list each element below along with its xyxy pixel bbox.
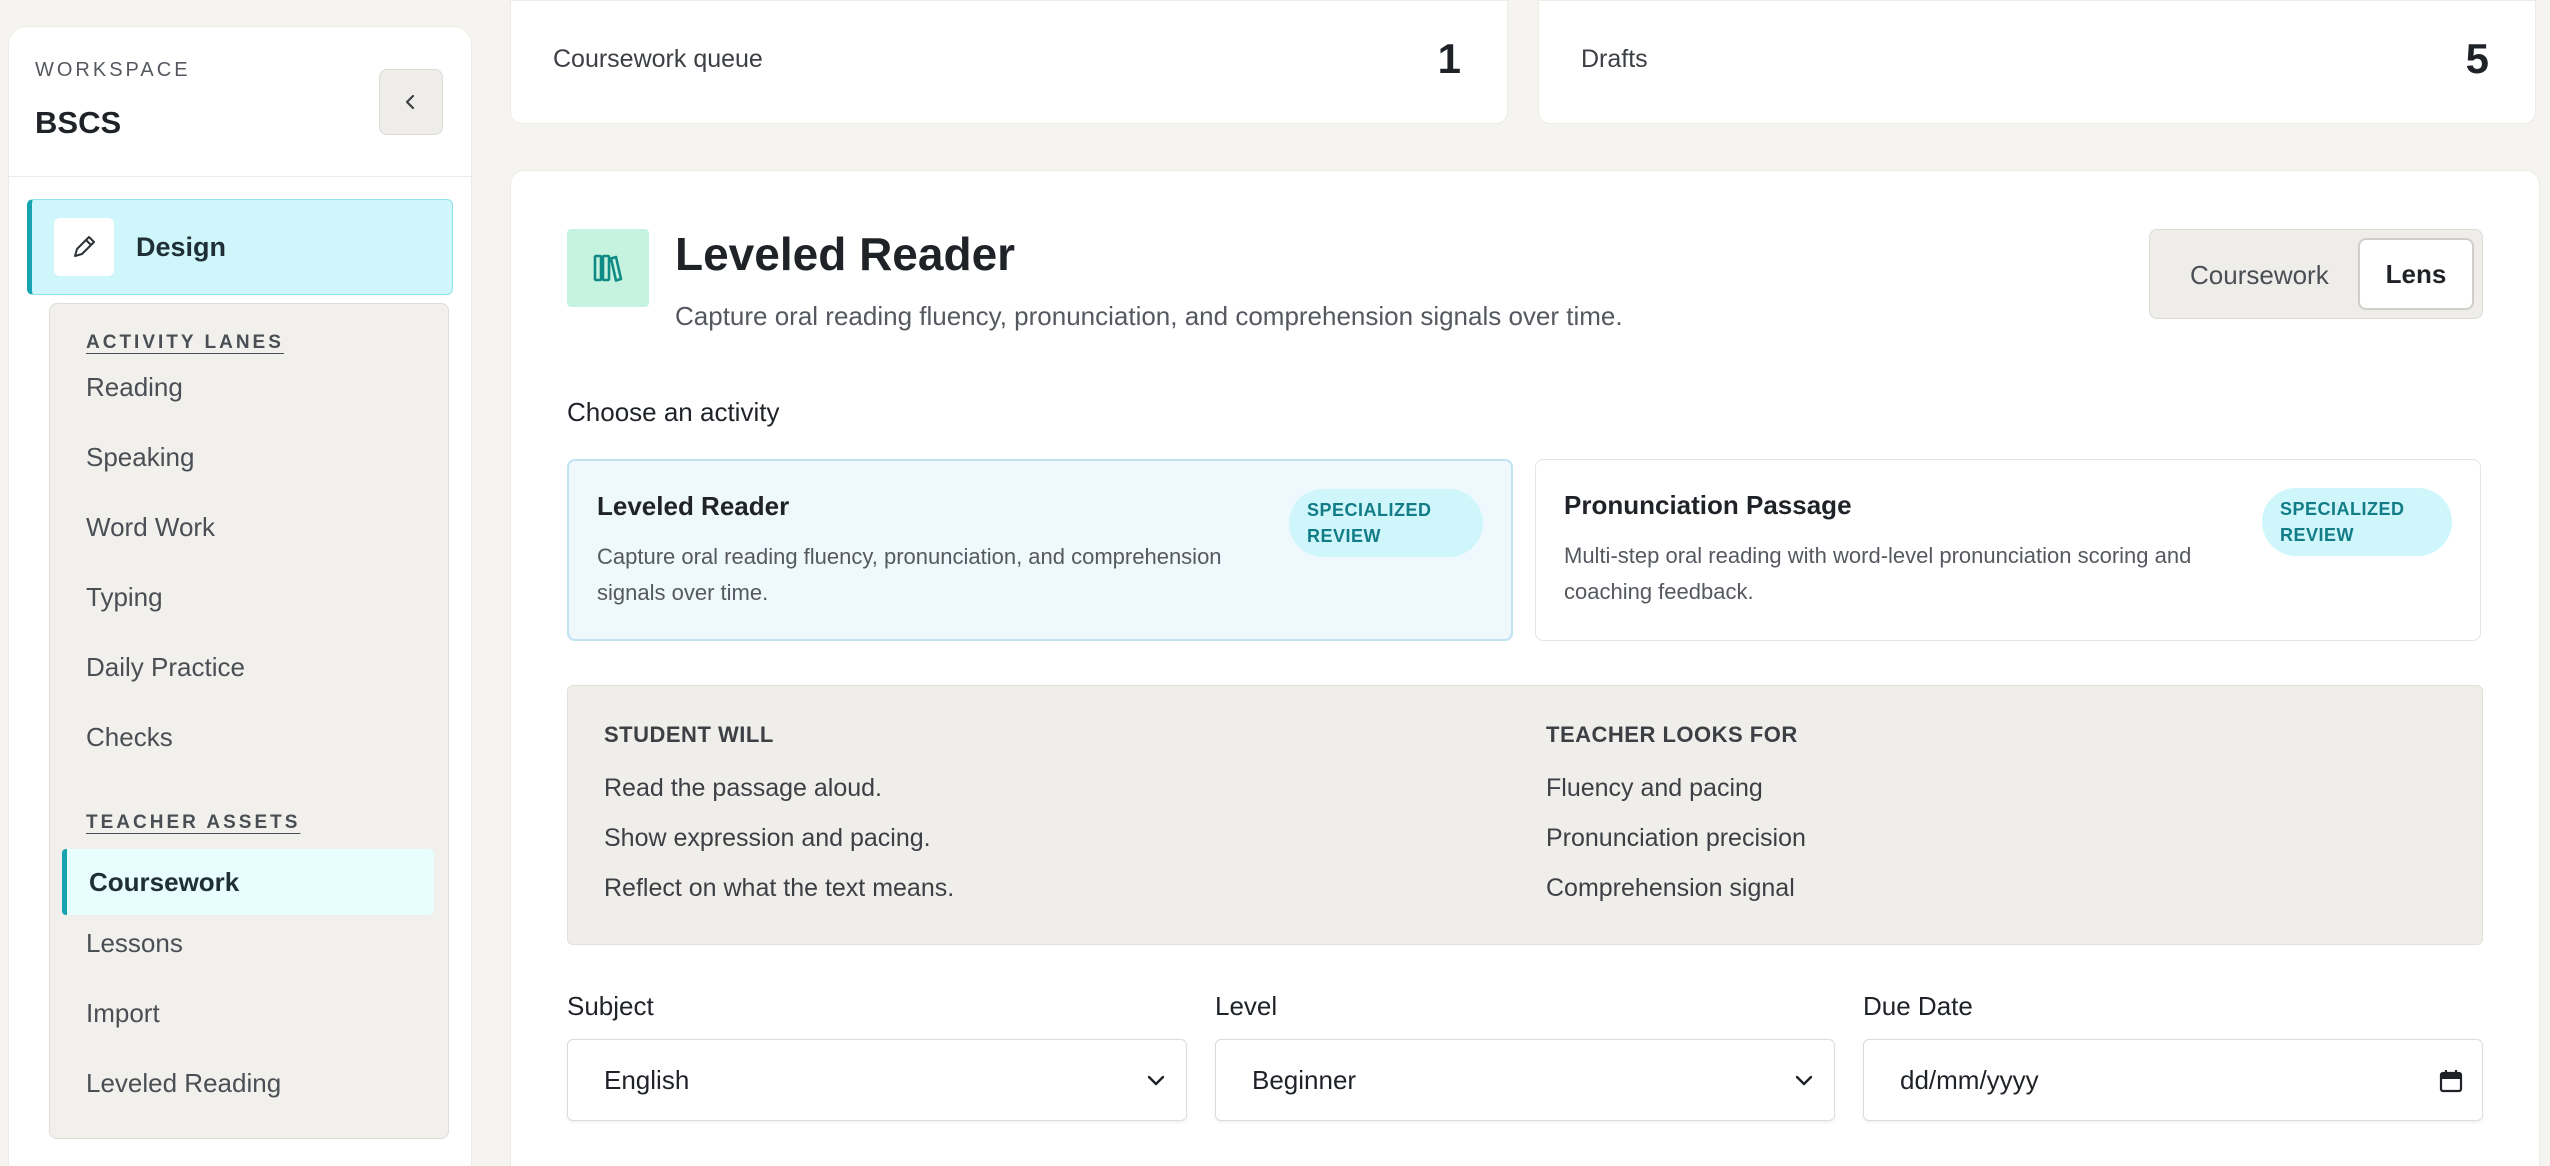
nav-item-word-work[interactable]: Word Work bbox=[86, 512, 215, 543]
activity-card-leveled-reader[interactable]: Leveled Reader Capture oral reading flue… bbox=[567, 459, 1513, 641]
page-title: Leveled Reader bbox=[675, 228, 1016, 280]
chevron-left-icon bbox=[405, 94, 415, 110]
stat-card-coursework-queue: Coursework queue 1 bbox=[510, 0, 1508, 124]
chevron-down-icon bbox=[1795, 1075, 1813, 1086]
pencil-icon bbox=[54, 218, 114, 276]
due-date-input[interactable]: dd/mm/yyyy bbox=[1863, 1039, 2483, 1121]
student-will-item: Show expression and pacing. bbox=[604, 824, 931, 852]
due-date-placeholder: dd/mm/yyyy bbox=[1900, 1064, 2039, 1095]
subject-value: English bbox=[604, 1064, 690, 1095]
nav-design[interactable]: Design bbox=[27, 199, 453, 295]
level-select[interactable]: Beginner bbox=[1215, 1039, 1835, 1121]
page-description: Capture oral reading fluency, pronunciat… bbox=[675, 301, 1623, 331]
teacher-looks-for-item: Pronunciation precision bbox=[1546, 824, 1806, 852]
activity-details: STUDENT WILL Read the passage aloud. Sho… bbox=[567, 685, 2483, 945]
activity-card-pronunciation-passage[interactable]: Pronunciation Passage Multi-step oral re… bbox=[1535, 459, 2481, 641]
due-date-label: Due Date bbox=[1863, 991, 1973, 1021]
main-card: Leveled Reader Capture oral reading flue… bbox=[510, 170, 2540, 1166]
student-will-item: Read the passage aloud. bbox=[604, 774, 882, 802]
nav-design-label: Design bbox=[136, 231, 227, 262]
books-icon bbox=[567, 229, 649, 307]
nav-item-lessons[interactable]: Lessons bbox=[86, 928, 183, 959]
level-label: Level bbox=[1215, 991, 1278, 1021]
student-will-heading: STUDENT WILL bbox=[604, 722, 774, 747]
nav-item-daily-practice[interactable]: Daily Practice bbox=[86, 652, 245, 683]
stat-value: 5 bbox=[2465, 35, 2489, 82]
student-will-item: Reflect on what the text means. bbox=[604, 874, 955, 902]
nav-item-typing[interactable]: Typing bbox=[86, 582, 163, 613]
workspace-name: BSCS bbox=[35, 105, 122, 140]
workspace-label: WORKSPACE bbox=[35, 59, 191, 81]
toggle-coursework[interactable]: Coursework bbox=[2190, 260, 2329, 291]
teacher-looks-for-item: Comprehension signal bbox=[1546, 874, 1795, 902]
nav-item-reading[interactable]: Reading bbox=[86, 372, 183, 403]
nav-item-speaking[interactable]: Speaking bbox=[86, 442, 194, 473]
app-root: WORKSPACE BSCS Design ACTIVITY LANES Rea… bbox=[0, 0, 2550, 1166]
nav-item-coursework[interactable]: Coursework bbox=[62, 849, 434, 915]
sidebar: WORKSPACE BSCS Design ACTIVITY LANES Rea… bbox=[8, 26, 472, 1166]
teacher-looks-for-item: Fluency and pacing bbox=[1546, 774, 1763, 802]
stat-value: 1 bbox=[1437, 35, 1461, 82]
activity-description: Multi-step oral reading with word-level … bbox=[1564, 543, 2192, 604]
subject-select[interactable]: English bbox=[567, 1039, 1187, 1121]
stat-label: Drafts bbox=[1581, 45, 1648, 73]
specialized-review-badge: SPECIALIZED REVIEW bbox=[2262, 488, 2452, 556]
teacher-looks-for-heading: TEACHER LOOKS FOR bbox=[1546, 722, 1798, 747]
level-value: Beginner bbox=[1252, 1064, 1357, 1095]
specialized-review-badge: SPECIALIZED REVIEW bbox=[1289, 489, 1483, 557]
view-toggle: Coursework Lens bbox=[2149, 229, 2483, 319]
nav-item-import[interactable]: Import bbox=[86, 998, 160, 1029]
toggle-lens[interactable]: Lens bbox=[2358, 238, 2474, 310]
activity-title: Leveled Reader bbox=[597, 491, 790, 521]
calendar-icon[interactable] bbox=[2438, 1068, 2464, 1094]
collapse-sidebar-button[interactable] bbox=[379, 69, 443, 135]
nav-item-leveled-reading[interactable]: Leveled Reading bbox=[86, 1068, 281, 1099]
activity-lanes-heading: ACTIVITY LANES bbox=[86, 332, 284, 353]
teacher-assets-heading: TEACHER ASSETS bbox=[86, 812, 301, 833]
workspace-header: WORKSPACE BSCS bbox=[9, 27, 471, 177]
stat-label: Coursework queue bbox=[553, 45, 763, 73]
nav-item-checks[interactable]: Checks bbox=[86, 722, 173, 753]
chevron-down-icon bbox=[1147, 1075, 1165, 1086]
subject-label: Subject bbox=[567, 991, 654, 1021]
design-subnav: ACTIVITY LANES Reading Speaking Word Wor… bbox=[49, 303, 449, 1139]
stat-card-drafts: Drafts 5 bbox=[1538, 0, 2536, 124]
choose-activity-label: Choose an activity bbox=[567, 397, 780, 427]
activity-description: Capture oral reading fluency, pronunciat… bbox=[597, 544, 1222, 605]
activity-title: Pronunciation Passage bbox=[1564, 490, 1852, 520]
